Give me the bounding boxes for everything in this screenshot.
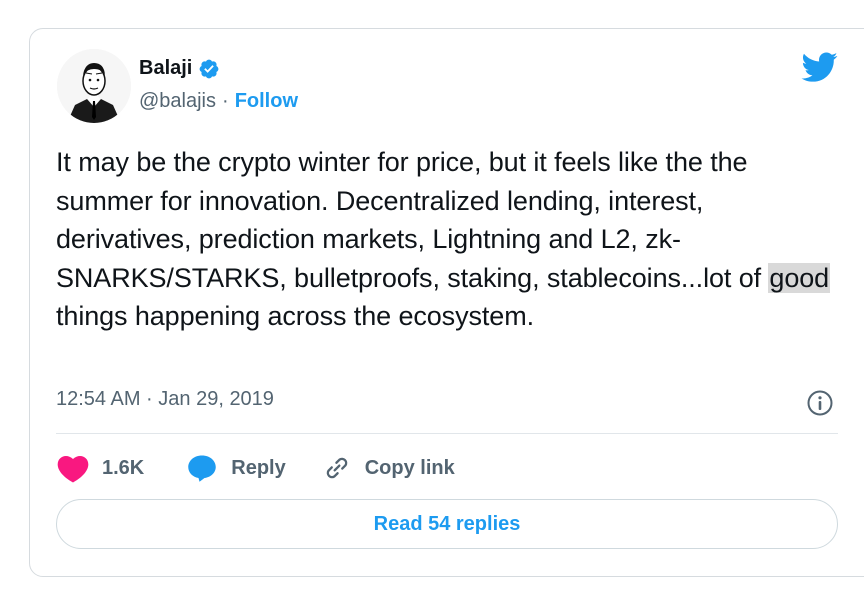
info-icon[interactable] [806,389,834,417]
highlighted-word: good [768,262,831,293]
tweet-timestamp[interactable]: 12:54 AM · Jan 29, 2019 [56,388,274,411]
tweet-text-before: It may be the crypto winter for price, b… [56,147,769,293]
tweet-text: It may be the crypto winter for price, b… [56,143,846,336]
reply-bubble-icon [188,455,216,482]
like-count: 1.6K [102,456,145,479]
read-replies-button[interactable]: Read 54 replies [56,499,838,549]
author-name-row: Balaji [139,57,220,80]
action-bar: 1.6K Reply Copy link [56,451,455,485]
author-handle-row: @balajis · Follow [139,90,298,113]
tweet-text-after: things happening across the ecosystem. [56,301,534,331]
author-name[interactable]: Balaji [139,57,192,80]
follow-button[interactable]: Follow [235,90,298,113]
link-icon [326,457,347,479]
reply-button[interactable]: Reply [187,454,286,482]
author-handle[interactable]: @balajis [139,90,216,113]
heart-icon [57,456,89,483]
like-button[interactable]: 1.6K [56,453,144,483]
avatar[interactable] [57,49,131,123]
twitter-bird-icon[interactable] [800,52,838,84]
divider [56,433,838,434]
separator-dot: · [222,90,229,112]
reply-label: Reply [231,456,286,479]
copy-link-button[interactable]: Copy link [323,454,455,482]
copy-link-label: Copy link [364,456,455,479]
verified-badge-icon [198,58,220,80]
